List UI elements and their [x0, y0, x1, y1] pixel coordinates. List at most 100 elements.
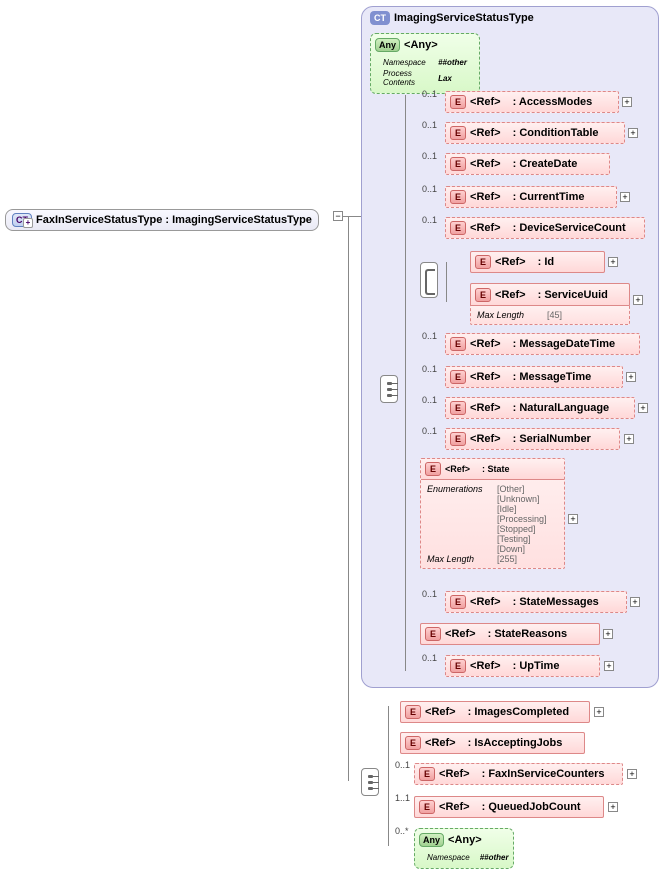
e-badge: E [450, 401, 466, 415]
ct-badge-solid: CT [370, 11, 390, 25]
expand-btn[interactable]: + [633, 295, 643, 305]
ref-label: <Ref> [470, 402, 501, 414]
ref-label: <Ref> [445, 464, 470, 474]
ref-label: <Ref> [470, 371, 501, 383]
ref-name: : MessageDateTime [513, 338, 616, 350]
ref-message-date-time[interactable]: E <Ref> : MessageDateTime [445, 333, 640, 355]
root-complex-type[interactable]: CT FaxInServiceStatusType : ImagingServi… [5, 209, 319, 231]
container-title: ImagingServiceStatusType [394, 12, 534, 24]
expand-btn[interactable]: + [608, 257, 618, 267]
ref-state-messages[interactable]: E <Ref> : StateMessages [445, 591, 627, 613]
ref-name: : State [482, 464, 510, 474]
occurs: 0..* [395, 826, 409, 836]
any-label: <Any> [404, 39, 438, 51]
ref-label: <Ref> [470, 596, 501, 608]
occurs: 0..1 [422, 89, 437, 99]
e-badge: E [475, 255, 491, 269]
occurs: 0..1 [422, 589, 437, 599]
ref-label: <Ref> [470, 127, 501, 139]
ref-name: : MessageTime [513, 371, 592, 383]
ref-label: <Ref> [495, 256, 526, 268]
expand-btn[interactable]: + [568, 514, 578, 524]
ref-name: : ImagesCompleted [468, 706, 569, 718]
occurs: 1..1 [395, 793, 410, 803]
ref-is-accepting-jobs[interactable]: E <Ref> : IsAcceptingJobs [400, 732, 585, 754]
occurs: 0..1 [422, 215, 437, 225]
ref-name: : ServiceUuid [538, 289, 608, 301]
ref-current-time[interactable]: E <Ref> : CurrentTime [445, 186, 617, 208]
ref-label: <Ref> [470, 96, 501, 108]
ref-name: : FaxInServiceCounters [482, 768, 605, 780]
sequence-indicator [380, 375, 398, 403]
ref-name: : DeviceServiceCount [513, 222, 626, 234]
e-badge: E [450, 157, 466, 171]
ref-service-uuid[interactable]: E <Ref> : ServiceUuid [470, 283, 630, 305]
e-badge: E [450, 95, 466, 109]
ref-access-modes[interactable]: E <Ref> : AccessModes [445, 91, 619, 113]
ref-label: <Ref> [425, 706, 456, 718]
expand-btn[interactable]: + [603, 629, 613, 639]
connector [348, 216, 361, 217]
ref-state-reasons[interactable]: E <Ref> : StateReasons [420, 623, 600, 645]
ref-label: <Ref> [470, 191, 501, 203]
e-badge: E [475, 288, 491, 302]
connector [388, 706, 389, 846]
ref-name: : UpTime [513, 660, 560, 672]
expand-btn-root[interactable]: − [333, 211, 343, 221]
expand-btn[interactable]: + [608, 802, 618, 812]
expand-btn[interactable]: + [630, 597, 640, 607]
ref-label: <Ref> [425, 737, 456, 749]
ref-serial-number[interactable]: E <Ref> : SerialNumber [445, 428, 620, 450]
expand-btn[interactable]: + [620, 192, 630, 202]
occurs: 0..1 [422, 653, 437, 663]
ref-message-time[interactable]: E <Ref> : MessageTime [445, 366, 623, 388]
occurs: 0..1 [422, 364, 437, 374]
expand-btn[interactable]: + [594, 707, 604, 717]
any-wildcard-bottom: Any <Any> Namespace##other [414, 828, 514, 869]
ref-name: : Id [538, 256, 555, 268]
ref-label: <Ref> [470, 222, 501, 234]
root-name: FaxInServiceStatusType : ImagingServiceS… [36, 214, 312, 226]
occurs: 0..1 [422, 151, 437, 161]
ref-name: : StateMessages [513, 596, 599, 608]
expand-btn[interactable]: + [638, 403, 648, 413]
ref-name: : IsAcceptingJobs [468, 737, 563, 749]
ref-natural-language[interactable]: E <Ref> : NaturalLanguage [445, 397, 635, 419]
connector [348, 216, 349, 781]
occurs: 0..1 [422, 331, 437, 341]
choice-indicator [420, 262, 438, 298]
occurs: 0..1 [395, 760, 410, 770]
occurs: 0..1 [422, 395, 437, 405]
ref-label: <Ref> [495, 289, 526, 301]
any-label: <Any> [448, 834, 482, 846]
occurs: 0..1 [422, 120, 437, 130]
e-badge: E [425, 627, 441, 641]
expand-btn[interactable]: + [624, 434, 634, 444]
expand-btn[interactable]: + [626, 372, 636, 382]
expand-btn[interactable]: + [604, 661, 614, 671]
ref-id[interactable]: E <Ref> : Id [470, 251, 605, 273]
expand-btn[interactable]: + [628, 128, 638, 138]
ref-name: : SerialNumber [513, 433, 591, 445]
ref-label: <Ref> [470, 433, 501, 445]
expand-btn[interactable]: + [627, 769, 637, 779]
ref-create-date[interactable]: E <Ref> : CreateDate [445, 153, 610, 175]
ref-faxin-service-counters[interactable]: E <Ref> : FaxInServiceCounters [414, 763, 623, 785]
ref-up-time[interactable]: E <Ref> : UpTime [445, 655, 600, 677]
e-badge: E [450, 221, 466, 235]
ref-label: <Ref> [470, 338, 501, 350]
any-badge: Any [419, 833, 444, 847]
ref-queued-job-count[interactable]: E <Ref> : QueuedJobCount [414, 796, 604, 818]
expand-btn[interactable]: + [622, 97, 632, 107]
ref-name: : CurrentTime [513, 191, 585, 203]
ref-device-service-count[interactable]: E <Ref> : DeviceServiceCount [445, 217, 645, 239]
ref-label: <Ref> [470, 660, 501, 672]
state-box[interactable]: E <Ref> : State Enumerations[Other] [Unk… [420, 458, 565, 569]
e-badge: E [450, 432, 466, 446]
ref-condition-table[interactable]: E <Ref> : ConditionTable [445, 122, 625, 144]
e-badge: E [450, 126, 466, 140]
ref-images-completed[interactable]: E <Ref> : ImagesCompleted [400, 701, 590, 723]
connector [446, 262, 447, 302]
ref-label: <Ref> [439, 801, 470, 813]
occurs: 0..1 [422, 426, 437, 436]
